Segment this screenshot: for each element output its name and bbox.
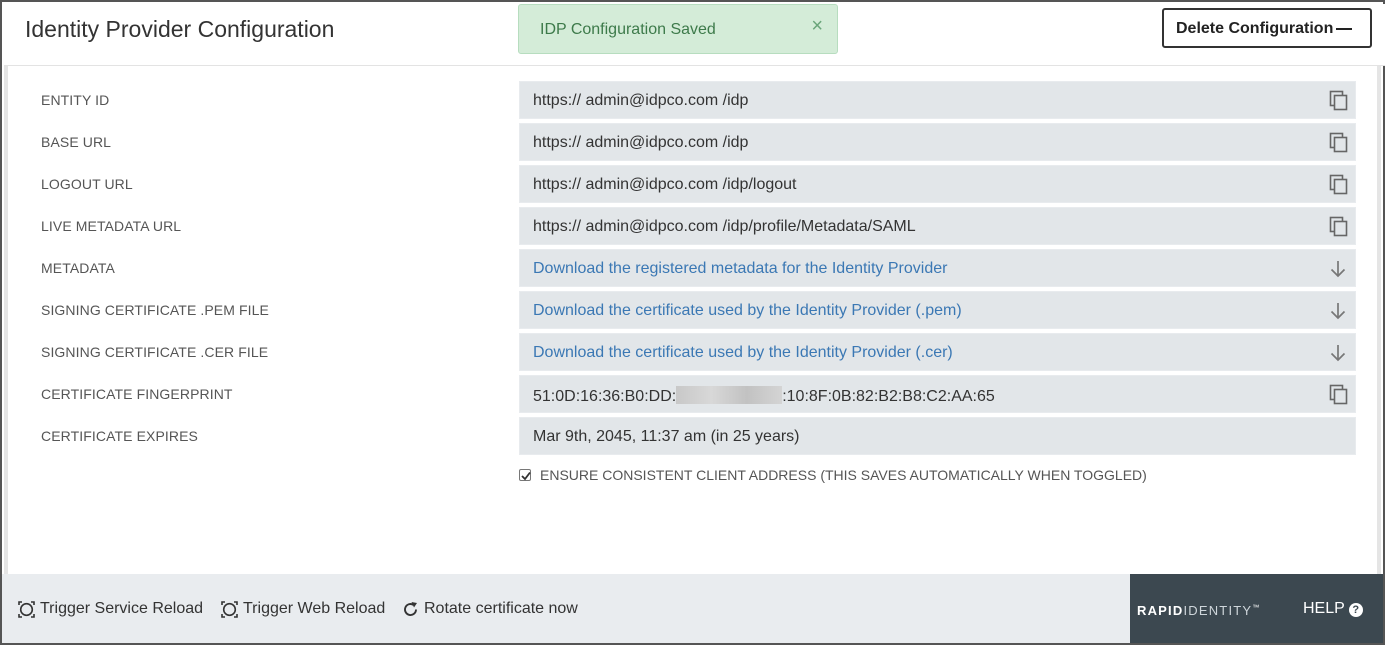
- certificate-fingerprint-field: 51:0D:16:36:B0:DD: :10:8F:0B:82:B2:B8:C2:…: [519, 375, 1356, 413]
- entity-id-value: https:// admin@idpco.com /idp: [533, 92, 749, 109]
- row-signing-cert-cer: SIGNING CERTIFICATE .CER FILE Download t…: [2, 333, 1385, 371]
- download-pem-link[interactable]: Download the certificate used by the Ide…: [533, 302, 962, 320]
- copy-icon[interactable]: [1329, 132, 1349, 154]
- download-icon[interactable]: [1329, 343, 1347, 363]
- toast-message: IDP Configuration Saved: [540, 21, 716, 38]
- success-toast: IDP Configuration Saved ×: [518, 4, 838, 54]
- live-metadata-url-value: https:// admin@idpco.com /idp/profile/Me…: [533, 218, 916, 235]
- row-label: ENTITY ID: [41, 92, 110, 108]
- download-metadata-link[interactable]: Download the registered metadata for the…: [533, 260, 947, 278]
- row-label: SIGNING CERTIFICATE .PEM FILE: [41, 302, 269, 318]
- rapididentity-logo: RAPIDIDENTITY™: [1137, 603, 1260, 618]
- minus-icon: [1336, 28, 1352, 30]
- check-icon: [521, 471, 531, 481]
- logout-url-field: https:// admin@idpco.com /idp/logout: [519, 165, 1356, 203]
- trigger-web-reload-label: Trigger Web Reload: [243, 600, 386, 617]
- copy-icon[interactable]: [1329, 174, 1349, 196]
- download-icon[interactable]: [1329, 259, 1347, 279]
- download-cer-link[interactable]: Download the certificate used by the Ide…: [533, 344, 953, 362]
- logout-url-value: https:// admin@idpco.com /idp/logout: [533, 176, 797, 193]
- row-live-metadata-url: LIVE METADATA URL https:// admin@idpco.c…: [2, 207, 1385, 245]
- brand-bold: RAPID: [1137, 603, 1184, 618]
- brand-light: IDENTITY: [1183, 603, 1253, 618]
- redacted-region: [676, 386, 783, 404]
- metadata-field: Download the registered metadata for the…: [519, 249, 1356, 287]
- copy-icon[interactable]: [1329, 90, 1349, 112]
- row-metadata: METADATA Download the registered metadat…: [2, 249, 1385, 287]
- row-label: CERTIFICATE FINGERPRINT: [41, 386, 233, 402]
- copy-icon[interactable]: [1329, 384, 1349, 406]
- base-url-value: https:// admin@idpco.com /idp: [533, 134, 749, 151]
- help-label: HELP: [1303, 600, 1345, 617]
- base-url-field: https:// admin@idpco.com /idp: [519, 123, 1356, 161]
- fingerprint-prefix: 51:0D:16:36:B0:DD:: [533, 388, 677, 405]
- delete-configuration-label: Delete Configuration: [1176, 20, 1334, 37]
- signing-cert-pem-field: Download the certificate used by the Ide…: [519, 291, 1356, 329]
- brand-tm: ™: [1252, 604, 1261, 612]
- delete-configuration-button[interactable]: Delete Configuration: [1162, 8, 1372, 48]
- signing-cert-cer-field: Download the certificate used by the Ide…: [519, 333, 1356, 371]
- entity-id-field: https:// admin@idpco.com /idp: [519, 81, 1356, 119]
- row-label: METADATA: [41, 260, 115, 276]
- row-label: BASE URL: [41, 134, 112, 150]
- copy-icon[interactable]: [1329, 216, 1349, 238]
- trigger-service-reload-label: Trigger Service Reload: [40, 600, 204, 617]
- row-label: LIVE METADATA URL: [41, 218, 182, 234]
- certificate-fingerprint-value: 51:0D:16:36:B0:DD: :10:8F:0B:82:B2:B8:C2:…: [533, 386, 995, 406]
- row-logout-url: LOGOUT URL https:// admin@idpco.com /idp…: [2, 165, 1385, 203]
- reload-frame-icon: [18, 601, 35, 618]
- certificate-expires-value: Mar 9th, 2045, 11:37 am (in 25 years): [533, 428, 800, 445]
- row-entity-id: ENTITY ID https:// admin@idpco.com /idp: [2, 81, 1385, 119]
- refresh-icon: [404, 602, 417, 616]
- download-icon[interactable]: [1329, 301, 1347, 321]
- reload-frame-icon: [221, 601, 238, 618]
- close-icon[interactable]: ×: [811, 16, 823, 36]
- help-icon: ?: [1348, 603, 1363, 617]
- row-base-url: BASE URL https:// admin@idpco.com /idp: [2, 123, 1385, 161]
- consistent-client-address-checkbox[interactable]: [519, 469, 531, 481]
- row-certificate-expires: CERTIFICATE EXPIRES Mar 9th, 2045, 11:37…: [2, 417, 1385, 455]
- rotate-certificate-label: Rotate certificate now: [424, 600, 578, 617]
- row-certificate-fingerprint: CERTIFICATE FINGERPRINT 51:0D:16:36:B0:D…: [2, 375, 1385, 413]
- brand-panel: RAPIDIDENTITY™ HELP?: [1130, 574, 1383, 643]
- row-label: CERTIFICATE EXPIRES: [41, 428, 198, 444]
- checkbox-label: ENSURE CONSISTENT CLIENT ADDRESS (THIS S…: [540, 467, 1147, 483]
- help-button[interactable]: HELP?: [1303, 600, 1363, 618]
- live-metadata-url-field: https:// admin@idpco.com /idp/profile/Me…: [519, 207, 1356, 245]
- row-label: SIGNING CERTIFICATE .CER FILE: [41, 344, 269, 360]
- fingerprint-suffix: :10:8F:0B:82:B2:B8:C2:AA:65: [782, 388, 995, 405]
- app-window: Identity Provider Configuration Delete C…: [0, 0, 1385, 645]
- row-label: LOGOUT URL: [41, 176, 133, 192]
- footer-toolbar: Trigger Service Reload Trigger Web Reloa…: [2, 574, 1130, 643]
- certificate-expires-field: Mar 9th, 2045, 11:37 am (in 25 years): [519, 417, 1356, 455]
- page-title: Identity Provider Configuration: [25, 16, 335, 42]
- row-signing-cert-pem: SIGNING CERTIFICATE .PEM FILE Download t…: [2, 291, 1385, 329]
